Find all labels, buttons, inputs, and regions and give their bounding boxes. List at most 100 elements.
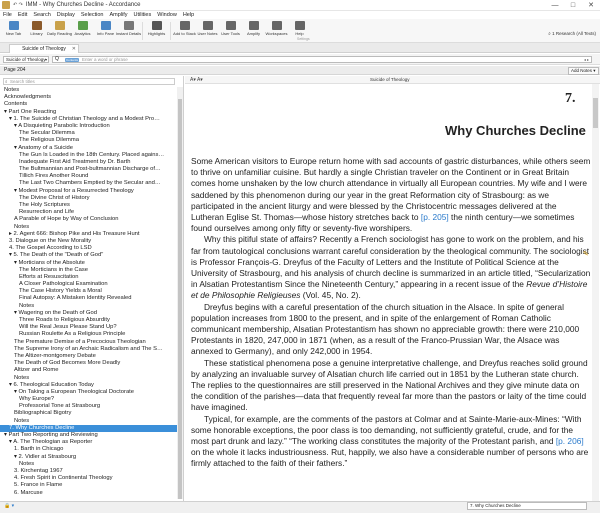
toc-item[interactable]: 6. Marcuse [0,490,178,497]
toc-item[interactable]: ▸ 2. Agent 666: Bishop Pike and His Trea… [0,231,178,238]
toc-item[interactable]: ▾ 1. The Suicide of Christian Theology a… [0,116,178,123]
toc-item[interactable]: Will the Real Jesus Please Stand Up? [0,324,178,331]
toc-item[interactable]: The Gun Is Loaded in the 18th Century. P… [0,152,178,159]
toc-item[interactable]: Notes [0,375,178,382]
toc-item[interactable]: Notes [0,461,178,468]
reading-scrollbar[interactable] [592,84,599,501]
toc-item[interactable]: Russian Roulette As a Religious Principl… [0,331,178,338]
toc-item[interactable]: The Death of God Becomes More Deadly [0,360,178,367]
maximize-button[interactable]: □ [564,0,582,11]
toc-item[interactable]: ▾ Modest Proposal for a Resurrected Theo… [0,188,178,195]
add-notes-button[interactable]: Add Notes ▾ [568,67,599,75]
toc-item[interactable]: Three Roads to Religious Absurdity [0,317,178,324]
analytics-button[interactable]: Analytics [71,19,94,41]
toc-item[interactable]: The Bultmannian and Post-bultmannian Dis… [0,166,178,173]
toc-item[interactable]: ▾ On Taking a European Theological Docto… [0,389,178,396]
menu-display[interactable]: Display [57,12,75,18]
toc-item[interactable]: 5. France in Flame [0,482,178,489]
workspaces-button[interactable]: Workspaces [265,19,288,41]
search-icon[interactable]: Q [55,56,59,62]
toc-item[interactable]: Notes [0,303,178,310]
toc-item[interactable]: The Religious Dilemma [0,137,178,144]
contents-scrollbar[interactable] [177,87,183,499]
toc-item[interactable]: 3. Kirchentag 1967 [0,468,178,475]
toc-item[interactable]: The Holy Scriptures [0,202,178,209]
menu-search[interactable]: Search [33,12,50,18]
menu-edit[interactable]: Edit [18,12,27,18]
toc-item[interactable]: Notes [0,418,178,425]
menu-file[interactable]: File [3,12,12,18]
toc-item[interactable]: ▾ 6. Theological Education Today [0,382,178,389]
scrollbar-thumb[interactable] [593,98,598,128]
scrollbar-thumb[interactable] [178,99,182,499]
location-field[interactable]: 7. Why Churches Decline [467,502,587,510]
module-select[interactable]: Suicide of Theology ▾ [3,56,49,63]
quick-access-undo-redo[interactable]: ↶ ↷ [13,2,23,8]
toc-item[interactable]: Inadequate First Aid Treatment by Dr. Ba… [0,159,178,166]
toc-item[interactable]: A Closer Pathological Examination [0,281,178,288]
toc-item[interactable]: 1. Barth in Chicago [0,446,178,453]
toc-item[interactable]: The Altizer-montgomery Debate [0,353,178,360]
search-input[interactable]: Q Contents Enter a word or phrase ◂ ▸ [52,56,592,63]
toc-item[interactable]: Acknowledgments [0,94,178,101]
toc-item[interactable]: Resurrection and Life [0,209,178,216]
menu-utilities[interactable]: Utilities [134,12,152,18]
toc-item[interactable]: Contents [0,101,178,108]
toc-item[interactable]: ▾ 2. Vidler at Strasbourg [0,454,178,461]
toc-item[interactable]: Notes [0,87,178,94]
info-pane-button[interactable]: Info Pane [94,19,117,41]
toc-item[interactable]: Notes [0,224,178,231]
menu-amplify[interactable]: Amplify [109,12,127,18]
toc-item[interactable]: The Divine Christ of History [0,195,178,202]
search-resources-selector[interactable]: ⌕ 1 Research (All Texts) [548,31,596,36]
search-field-type-pill[interactable]: Contents [65,58,79,62]
tab-suicide-of-theology[interactable]: Suicide of Theology ✕ [9,44,79,53]
toc-item[interactable]: ▾ 5. The Death of the "Death of God" [0,252,178,259]
add-to-stack-button[interactable]: Add to Stack [173,19,196,41]
user-notes-button[interactable]: User Notes [196,19,219,41]
amplify-button[interactable]: Amplify [242,19,265,41]
page-reference-link[interactable]: [p. 206] [556,436,584,446]
toc-item[interactable]: 4. The Gospel According to LSD [0,245,178,252]
toc-item[interactable]: Professorial Tone at Strasbourg [0,403,178,410]
pencil-icon[interactable]: ✎ [583,250,589,258]
toc-item[interactable]: ▾ Wagering on the Death of God [0,310,178,317]
titles-filter-input[interactable]: ⌕ Search titles [3,78,175,85]
menu-window[interactable]: Window [157,12,177,18]
toc-item[interactable]: 3. Dialogue on the New Morality [0,238,178,245]
settings-label[interactable]: Settings [297,37,310,41]
toc-item[interactable]: ▾ Anatomy of a Suicide [0,145,178,152]
lock-icon[interactable]: 🔒 ▾ [4,503,14,509]
menu-help[interactable]: Help [183,12,194,18]
toc-item[interactable]: Final Autopsy: A Mistaken Identity Revea… [0,295,178,302]
toc-item[interactable]: Efforts at Resuscitation [0,274,178,281]
toc-item[interactable]: ▾ Part Two Reporting and Reviewing [0,432,178,439]
toc-item[interactable]: ▾ Part One Reacting [0,109,178,116]
toc-item[interactable]: The Last Two Chambers Emptied by the Sec… [0,180,178,187]
library-button[interactable]: Library [25,19,48,41]
close-window-button[interactable]: ✕ [582,0,600,11]
toc-item[interactable]: ▾ Morticians of the Absolute [0,260,178,267]
instant-details-button[interactable]: Instant Details [116,19,141,41]
toc-item[interactable]: The Case History Yields a Moral [0,288,178,295]
search-nav-arrows[interactable]: ◂ ▸ [584,57,589,62]
daily-reading-button[interactable]: Daily Reading [47,19,72,41]
toc-item[interactable]: Altizer and Rome [0,367,178,374]
toc-item[interactable]: ▾ A Disquieting Parabolic Introduction [0,123,178,130]
toc-item[interactable]: ▾ A. The Theologian as Reporter [0,439,178,446]
toc-item[interactable]: Why Europe? [0,396,178,403]
close-tab-icon[interactable]: ✕ [72,45,76,53]
font-size-controls[interactable]: A▾ A▾ [190,76,203,84]
user-tools-button[interactable]: User Tools [219,19,242,41]
minimize-button[interactable]: — [546,0,564,11]
toc-item[interactable]: The Morticians in the Case [0,267,178,274]
toc-item[interactable]: 4. Fresh Spirit in Continental Theology [0,475,178,482]
toc-item[interactable]: Tillich Fires Another Round [0,173,178,180]
page-reference-link[interactable]: [p. 205] [421,212,449,222]
toc-item[interactable]: 7. Why Churches Decline [0,424,178,432]
menu-selection[interactable]: Selection [81,12,104,18]
toc-item[interactable]: Bibliographical Bigotry [0,410,178,417]
toc-item[interactable]: The Premature Demise of a Precocious The… [0,339,178,346]
highlights-button[interactable]: Highlights [145,19,168,41]
toc-item[interactable]: The Secular Dilemma [0,130,178,137]
